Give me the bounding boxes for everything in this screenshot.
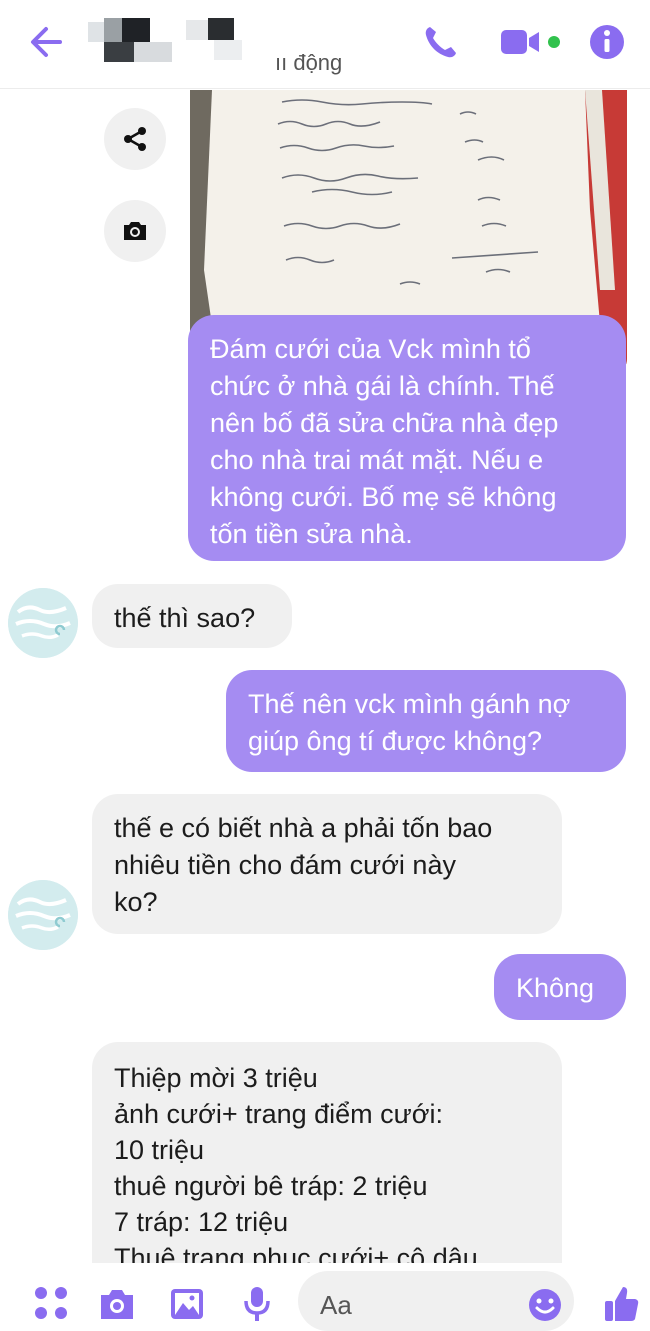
message-input[interactable] [318, 1289, 512, 1322]
contact-avatar[interactable] [8, 880, 78, 950]
message-composer [0, 1263, 650, 1331]
image-icon[interactable] [166, 1283, 208, 1323]
contact-avatar[interactable] [8, 588, 78, 658]
camera-icon [124, 222, 146, 240]
share-button[interactable] [104, 108, 166, 170]
message-list[interactable]: Đám cưới của Vck mình tổ chức ở nhà gái … [0, 88, 650, 1263]
emoji-icon[interactable] [524, 1283, 566, 1323]
message-incoming-2[interactable]: thế e có biết nhà a phải tốn bao nhiêu t… [92, 794, 562, 934]
message-outgoing-2[interactable]: Thế nên vck mình gánh nợ giúp ông tí đượ… [226, 670, 626, 772]
four-dots-icon[interactable] [30, 1283, 72, 1323]
video-call-icon[interactable] [498, 22, 568, 62]
info-icon[interactable] [584, 22, 630, 62]
message-outgoing-1[interactable]: Đám cưới của Vck mình tổ chức ở nhà gái … [188, 315, 626, 561]
message-incoming-1[interactable]: thế thì sao? [92, 584, 292, 648]
conversation-header: ıı động [0, 0, 650, 89]
active-status: ıı động [275, 50, 343, 75]
message-outgoing-3[interactable]: Không [494, 954, 626, 1020]
microphone-icon[interactable] [236, 1283, 278, 1323]
camera-button[interactable] [104, 200, 166, 262]
thumbs-up-icon[interactable] [600, 1283, 642, 1323]
wind-avatar-icon [8, 880, 78, 950]
wind-avatar-icon [8, 588, 78, 658]
phone-icon[interactable] [418, 22, 464, 62]
back-arrow-icon[interactable] [26, 22, 70, 62]
camera-icon[interactable] [96, 1283, 138, 1323]
share-icon [124, 127, 146, 151]
message-incoming-3[interactable]: Thiệp mời 3 triệu ảnh cưới+ trang điểm c… [92, 1042, 562, 1263]
